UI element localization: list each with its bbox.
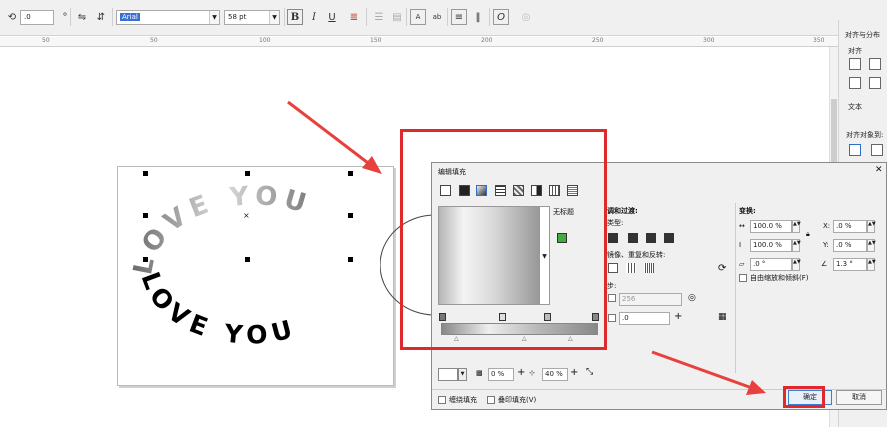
arrow-head	[746, 380, 766, 395]
annotation-arrows	[287, 100, 766, 395]
arrow-head	[362, 156, 382, 174]
arrow-line	[287, 100, 373, 168]
arrow-line	[651, 350, 753, 390]
